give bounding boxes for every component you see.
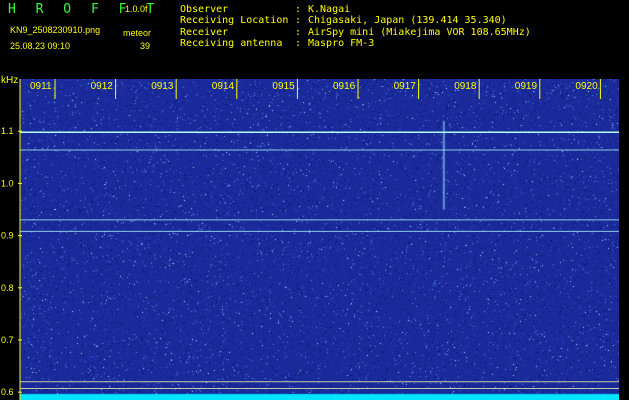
location-label: Receiving Location [180,15,289,26]
y-tick-label: 1.0 [1,178,14,188]
x-tick-label: 0911 [30,81,52,92]
receiver-value: AirSpy mini (Miakejima VOR 108.65MHz) [308,27,531,38]
receiver-sep: : [295,27,302,38]
y-tick-label: 0.7 [1,335,14,345]
timestamp-label: 25.08.23 09:10 [10,41,71,51]
x-tick-label: 0912 [91,81,114,92]
spectrogram: 1.1 1.0 0.9 0.8 0.7 0.6 0911 0912 0913 0914 0915 09… [0,72,629,400]
antenna-value: Maspro FM-3 [308,38,375,49]
x-tick-label: 0919 [515,81,538,92]
antenna-sep: : [295,38,302,49]
count-label: 39 [140,41,151,51]
spectrogram-overlay: 1.1 1.0 0.9 0.8 0.7 0.6 0911 0912 0913 0914 0915 09… [1,75,619,400]
x-tick-label: 0915 [272,81,295,92]
version-label: 1.0.0f [125,4,148,14]
x-tick-label: 0914 [212,81,235,92]
antenna-label: Receiving antenna [180,38,283,49]
y-axis-label: kHz [1,75,18,86]
x-tick-label: 0920 [575,81,598,92]
filename-label: KN9_2508230910.png [10,25,101,35]
location-value: Chigasaki, Japan (139.414 35.340) [308,15,507,26]
y-tick-label: 0.8 [1,283,14,293]
observer-label: Observer [180,4,229,15]
x-tick-label: 0916 [333,81,356,92]
y-tick-label: 0.9 [1,231,14,241]
receiver-label: Receiver [180,27,229,38]
y-tick-label: 0.6 [1,387,14,397]
x-tick-label: 0918 [454,81,477,92]
x-tick-label: 0917 [394,81,417,92]
observer-sep: : [295,4,302,15]
x-tick-label: 0913 [151,81,174,92]
y-tick-label: 1.1 [1,126,14,136]
observer-value: K.Nagai [308,4,351,15]
mode-label: meteor [123,28,152,38]
location-sep: : [295,15,302,26]
